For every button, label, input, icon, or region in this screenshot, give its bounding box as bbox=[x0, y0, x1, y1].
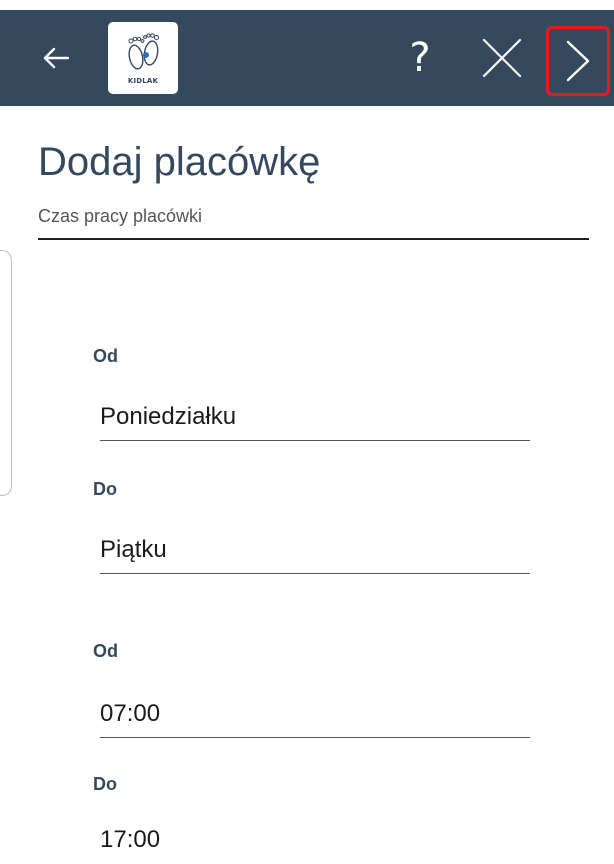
day-from-label: Od bbox=[93, 346, 118, 366]
next-chevron-icon bbox=[566, 40, 590, 82]
time-to-label: Do bbox=[93, 774, 117, 794]
day-from-field[interactable]: Poniedziałku bbox=[100, 393, 530, 441]
footprints-icon bbox=[128, 32, 159, 70]
next-button[interactable] bbox=[546, 26, 610, 96]
help-button[interactable]: ? bbox=[390, 24, 450, 92]
section-label: Czas pracy placówki bbox=[38, 206, 203, 226]
back-arrow-icon bbox=[43, 47, 69, 69]
close-icon bbox=[482, 38, 522, 78]
top-app-bar: KIDLAK ? bbox=[0, 10, 614, 106]
page-title: Dodaj placówkę bbox=[38, 140, 321, 184]
section-divider bbox=[38, 238, 589, 240]
time-to-field[interactable]: 17:00 bbox=[100, 816, 530, 864]
kidlak-logo: KIDLAK bbox=[108, 22, 178, 94]
close-button[interactable] bbox=[468, 24, 536, 92]
day-to-label: Do bbox=[93, 479, 117, 499]
time-from-field[interactable]: 07:00 bbox=[100, 690, 530, 738]
time-from-label: Od bbox=[93, 641, 118, 661]
logo-text: KIDLAK bbox=[127, 76, 159, 85]
help-icon: ? bbox=[409, 35, 431, 81]
side-panel-edge bbox=[0, 250, 12, 496]
back-button[interactable] bbox=[24, 26, 88, 90]
day-to-field[interactable]: Piątku bbox=[100, 526, 530, 574]
